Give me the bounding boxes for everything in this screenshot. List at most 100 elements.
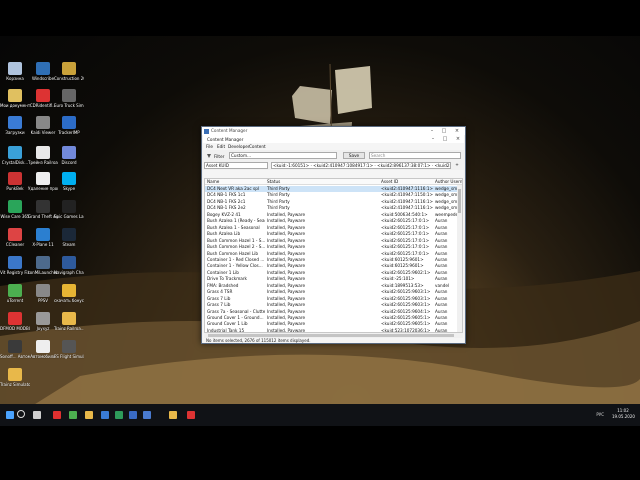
table-row[interactable]: Container 1 - Red Closed ... Installed, P… <box>205 257 457 263</box>
desktop-icon[interactable]: DFMOD MODBUILD <box>0 312 30 342</box>
desktop-icon[interactable]: TrackerIMP <box>54 116 84 146</box>
desktop-icon-label: Discord <box>61 160 77 165</box>
content-manager-window[interactable]: Content Manager – □ × Content Manager – … <box>201 126 466 344</box>
menu-content[interactable]: Content <box>249 144 266 149</box>
desktop-icon-glyph <box>8 172 22 185</box>
desktop-icon[interactable]: PunkBek <box>0 172 30 202</box>
horizontal-scroll-thumb[interactable] <box>208 334 454 337</box>
table-row[interactable]: Grass 7a - Seasonal - Clutter Installed, … <box>205 309 457 315</box>
desktop-icon-label: Корзина <box>6 76 24 81</box>
table-row[interactable]: Ground Cover 1 - Ground... Installed, Pay… <box>205 315 457 321</box>
desktop-icon[interactable]: Euro Truck Simulator 2 <box>54 89 84 119</box>
desktop-icon[interactable]: Корзина <box>0 62 30 92</box>
desktop-icon-glyph <box>8 146 22 159</box>
filter-select[interactable]: Custom... <box>229 152 337 159</box>
taskbar-word-button[interactable] <box>126 408 140 422</box>
desktop-icon[interactable]: Wise Care 365 <box>0 200 30 230</box>
language-indicator[interactable]: РУС <box>596 412 604 417</box>
taskbar-store-button[interactable] <box>98 408 112 422</box>
search-input[interactable]: Search <box>369 152 461 159</box>
table-row[interactable]: DC4 Next VR aka 2ac spl Third Party <kuid2… <box>205 186 462 192</box>
taskbar-app-button[interactable] <box>140 408 154 422</box>
add-kuid-button[interactable]: + <box>453 162 461 169</box>
table-row[interactable]: Bush Azalea Lib Installed, Payware <kuid2:… <box>205 231 457 237</box>
table-row[interactable]: DC4 NB-1 FKS 2e2 Third Party <kuid2:410947… <box>205 205 462 211</box>
desktop-icon[interactable]: Мои документы <box>0 89 30 119</box>
vertical-scroll-thumb[interactable] <box>458 189 461 213</box>
table-row[interactable]: Container 1 - Yellow Clos... Installed, P… <box>205 263 457 269</box>
table-row[interactable]: Ground Cover 1 Lib Installed, Payware <kui… <box>205 321 457 327</box>
table-row[interactable]: DC4 NB-1 FKS 1c1 Third Party <kuid2:410947… <box>205 192 462 198</box>
table-row[interactable]: Bush Azalea 1 - Seasonal Installed, Paywa… <box>205 225 457 231</box>
menu-file[interactable]: File <box>206 144 213 149</box>
taskbar-opera-button[interactable] <box>50 408 64 422</box>
table-row[interactable]: Bogey KVZ-2 41 Installed, Payware <kuid:50… <box>205 212 458 218</box>
desktop-icon[interactable]: uTorrent <box>0 284 30 314</box>
col-status[interactable]: Status <box>265 179 379 185</box>
table-row[interactable]: Bush Azalea 1 (Ready - Seaso...Installed… <box>205 218 457 224</box>
table-row[interactable]: Drive To Trackmark Installed, Payware <kui… <box>205 276 457 282</box>
table-row[interactable]: Grass 7 Lib Installed, Payware <kuid2:6012… <box>205 296 457 302</box>
desktop-icon[interactable]: Trainz Railroa... <box>54 312 84 342</box>
table-row[interactable]: DC4 NB-1 FKS 2c1 Third Party <kuid2:410947… <box>205 199 462 205</box>
clock[interactable]: 11:02 19.05.2020 <box>612 408 635 420</box>
desktop-icon-glyph <box>36 62 50 75</box>
desktop-icon[interactable]: Vit Registry Fix <box>0 256 30 286</box>
desktop-icon[interactable]: CCleaner <box>0 228 30 258</box>
cell-asset-id: <kuid:60125:9601> <box>381 263 424 269</box>
taskbar-files-button[interactable] <box>166 408 180 422</box>
excel-icon <box>115 411 123 419</box>
desktop-icon[interactable]: Trainz Simulator 12 <box>0 368 30 398</box>
store-icon <box>101 411 109 419</box>
taskbar-excel-button[interactable] <box>112 408 126 422</box>
table-row[interactable]: FMA: Bradshed Installed, Payware <kuid:189… <box>205 283 457 289</box>
table-row[interactable]: Bush Common Hazel 2 - S... Installed, Pay… <box>205 244 457 250</box>
table-row[interactable]: Bush Common Hazel 1 - S... Installed, Pay… <box>205 238 457 244</box>
kuid-chain-field[interactable]: <kuid:-1:60151> · <kuid2:410947:1084917:… <box>271 162 451 169</box>
cell-name: Container 1 Lib <box>207 269 239 275</box>
vertical-scrollbar[interactable] <box>457 185 462 332</box>
menu-developer[interactable]: Developer <box>228 144 250 149</box>
col-asset-id[interactable]: Asset ID <box>379 179 433 185</box>
desktop-icon-label: Trainz Simulator 12 <box>0 382 30 387</box>
desktop-icon-label: Epic Games Launcher <box>54 214 84 219</box>
desktop-icon[interactable]: Steam <box>54 228 84 258</box>
desktop-icon[interactable]: Skype <box>54 172 84 202</box>
table-row[interactable]: Container 1 Lib Installed, Payware <kuid2:… <box>205 270 457 276</box>
asset-table[interactable]: Name Status Asset ID Author Username DC4… <box>204 178 463 333</box>
menu-edit[interactable]: Edit <box>217 144 225 149</box>
taskbar-task-view-button[interactable] <box>30 408 44 422</box>
table-row[interactable]: Bush Common Hazel Lib Installed, Payware <… <box>205 251 457 257</box>
taskbar-recorder-button[interactable] <box>184 408 198 422</box>
desktop-icon[interactable]: скачать бонус <box>54 284 84 314</box>
desktop-icon[interactable]: Navigraph Charts <box>54 256 84 286</box>
desktop-icon[interactable]: Загрузки <box>0 116 30 146</box>
table-row[interactable]: Grass 7 Lib Installed, Payware <kuid2:6012… <box>205 302 457 308</box>
cell-name: Container 1 - Yellow Clos... <box>207 263 263 269</box>
cell-status: Installed, Payware <box>267 282 306 288</box>
search-icon[interactable] <box>17 410 25 418</box>
menu-bar: File Edit Developer Content <box>203 143 464 150</box>
cell-status: Installed, Payware <box>267 308 306 314</box>
inner-minimize-button[interactable]: – <box>427 135 439 143</box>
col-name[interactable]: Name <box>205 179 265 185</box>
desktop-icon-glyph <box>36 340 50 353</box>
cell-status: Installed, Payware <box>267 321 306 327</box>
kuid-select[interactable]: Asset KUID <box>204 162 268 169</box>
desktop-icon[interactable]: Sonoff... Автомат... <box>0 340 30 370</box>
desktop-icon[interactable]: Epic Games Launcher <box>54 200 84 230</box>
inner-close-button[interactable]: × <box>452 135 464 143</box>
window-titlebar[interactable]: Content Manager – □ × <box>202 127 465 135</box>
save-button[interactable]: Save <box>343 152 365 159</box>
taskbar-start-button[interactable] <box>3 408 17 422</box>
cell-asset-id: <kuid2:60125:17:0:1> <box>381 218 430 224</box>
inner-maximize-button[interactable]: □ <box>439 135 451 143</box>
desktop-icon[interactable]: FS Flight Simulator... <box>54 340 84 370</box>
maximize-button[interactable]: □ <box>438 127 450 135</box>
minimize-button[interactable]: – <box>426 127 438 135</box>
taskbar-explorer-button[interactable] <box>82 408 96 422</box>
taskbar-chrome-button[interactable] <box>66 408 80 422</box>
table-row[interactable]: Grass 4 TSR Installed, Payware <kuid2:6012… <box>205 289 457 295</box>
close-button[interactable]: × <box>451 127 463 135</box>
desktop-icon[interactable]: Construction 2015 <box>54 62 84 92</box>
